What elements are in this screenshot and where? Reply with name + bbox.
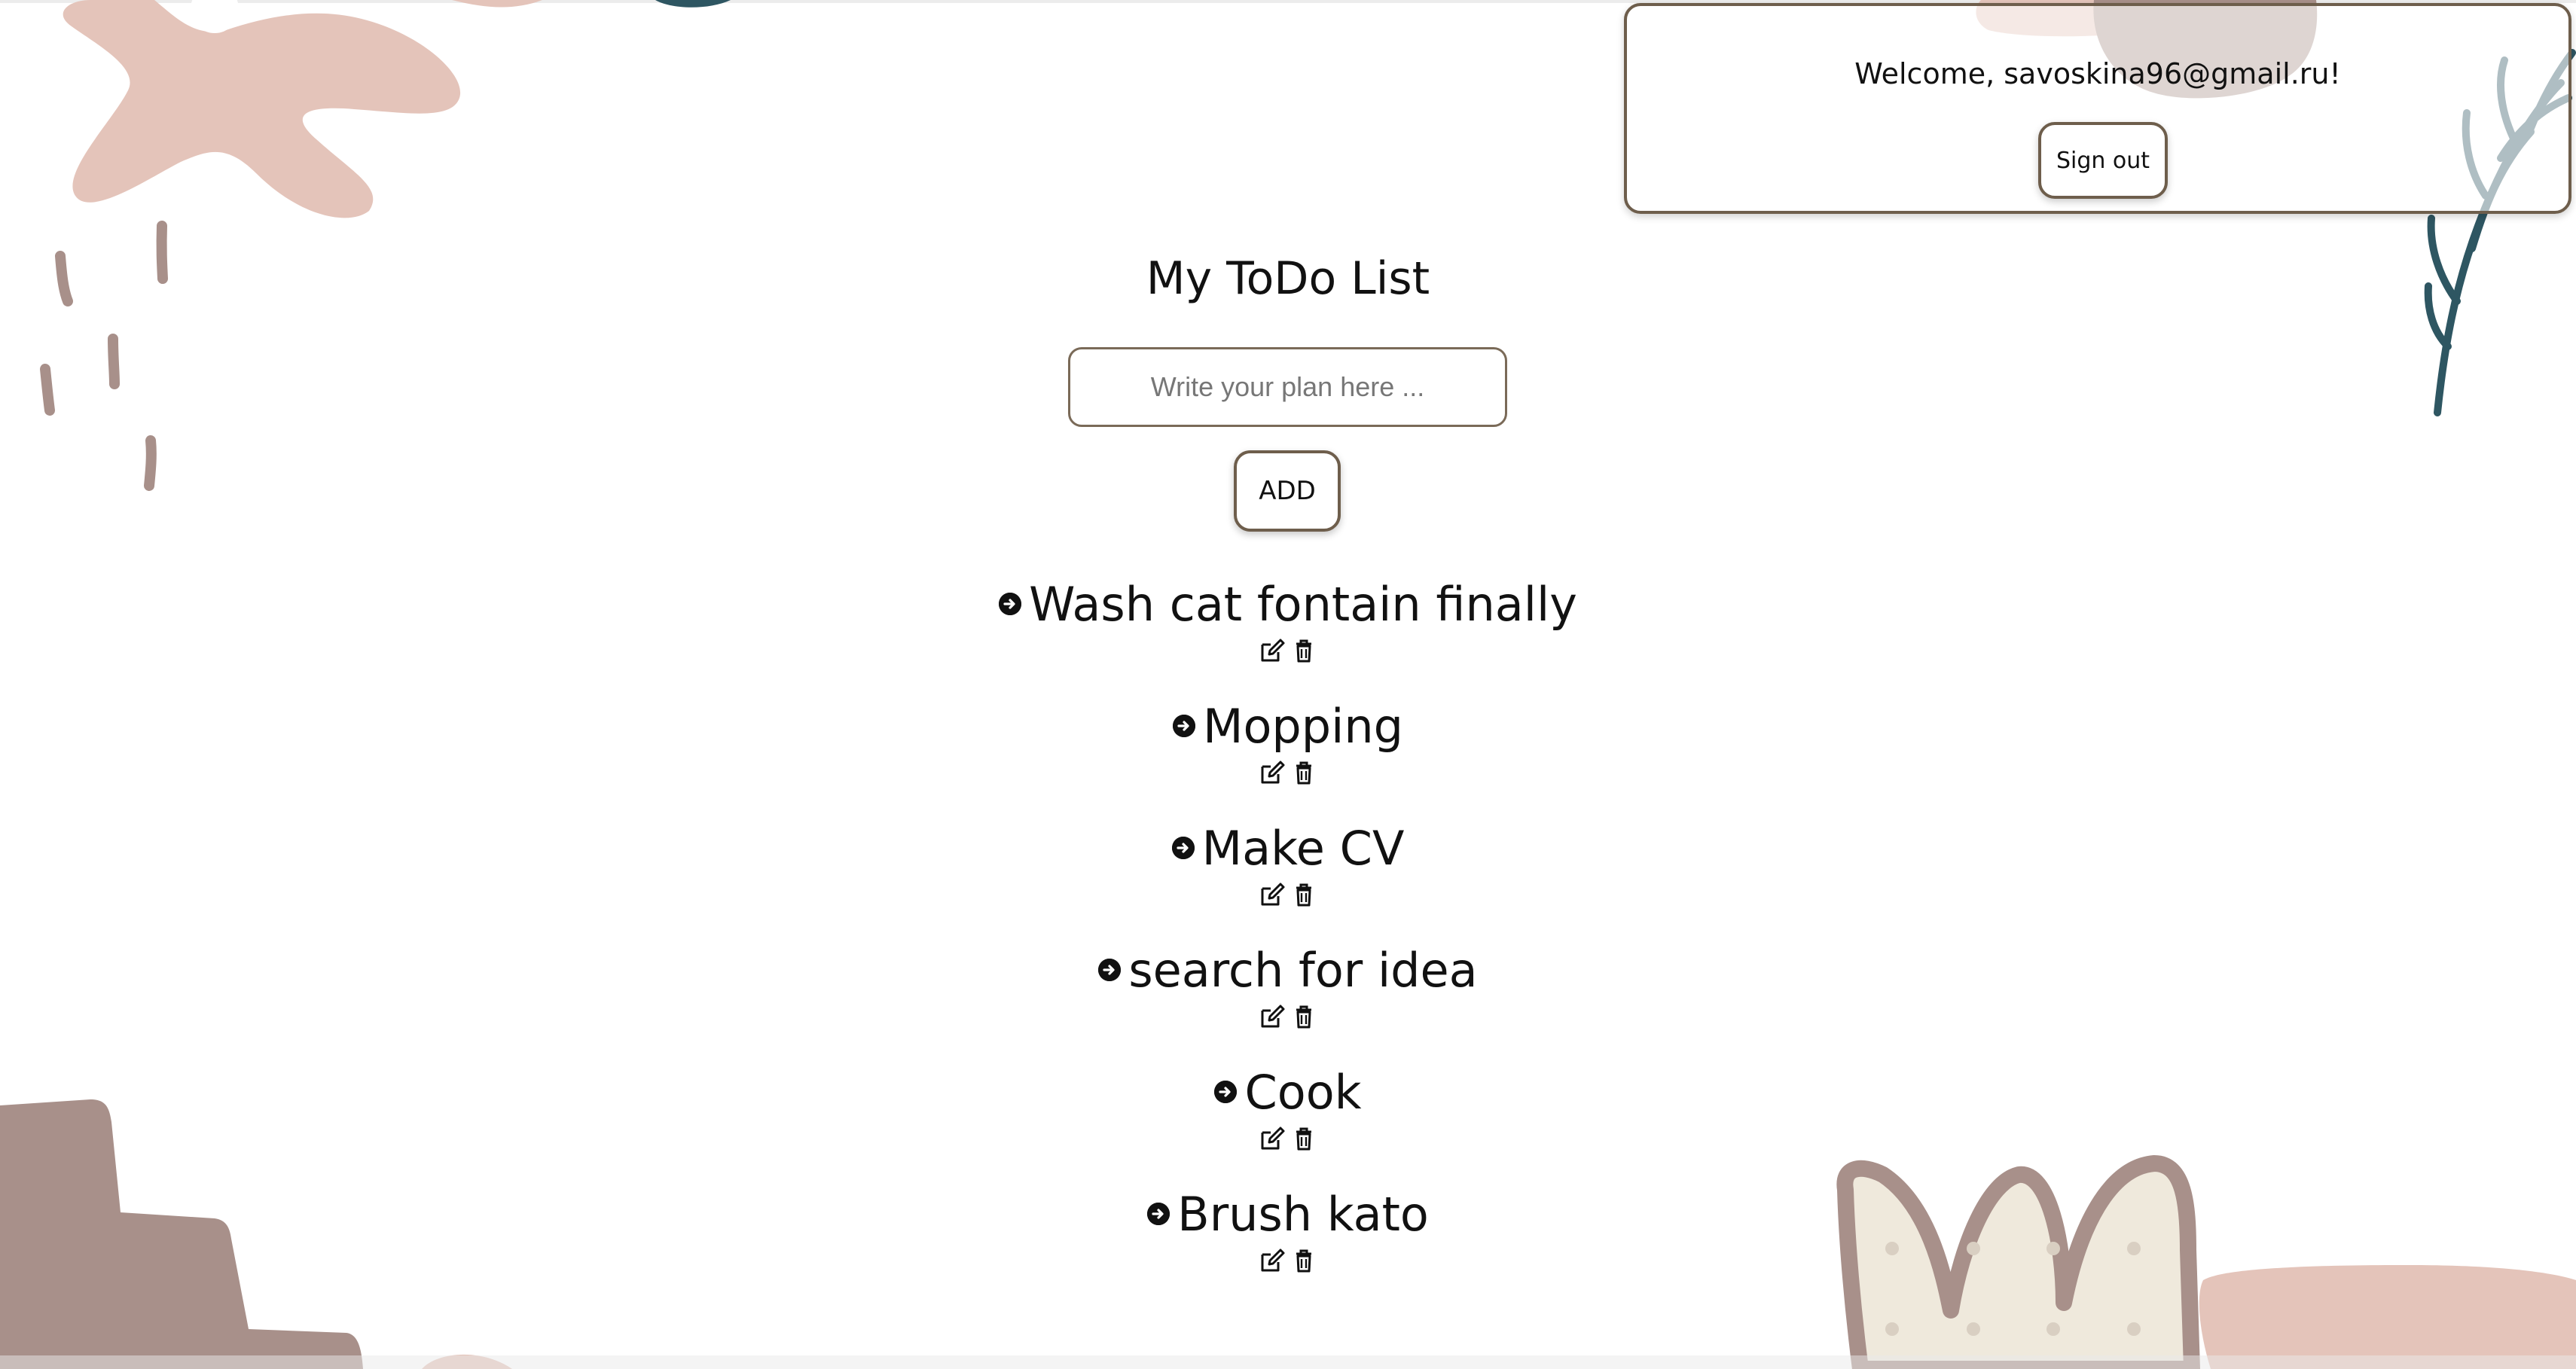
todo-text: Mopping [1202, 698, 1403, 754]
trash-icon[interactable] [1290, 637, 1317, 664]
todo-row: Make CV [836, 816, 1740, 880]
trash-icon[interactable] [1290, 759, 1317, 786]
todo-actions [836, 1003, 1740, 1030]
todo-text: Brush kato [1177, 1186, 1429, 1242]
edit-icon[interactable] [1259, 881, 1286, 908]
todo-row: Wash cat fontain finally [836, 572, 1740, 636]
todo-text: search for idea [1128, 942, 1478, 998]
circle-arrow-right-icon [1214, 1081, 1238, 1103]
circle-arrow-right-icon [1171, 837, 1195, 859]
circle-arrow-right-icon [1098, 959, 1122, 981]
sign-out-button[interactable]: Sign out [2038, 122, 2168, 199]
welcome-panel: Welcome, savoskina96@gmail.ru! Sign out [1624, 3, 2571, 214]
todo-text: Make CV [1201, 820, 1405, 876]
welcome-message: Welcome, savoskina96@gmail.ru! [1854, 57, 2341, 90]
edit-icon[interactable] [1259, 1003, 1286, 1030]
todo-item: Mopping [836, 694, 1740, 816]
todo-text: Wash cat fontain finally [1029, 576, 1577, 632]
todo-item: search for idea [836, 938, 1740, 1060]
edit-icon[interactable] [1259, 637, 1286, 664]
todo-actions [836, 881, 1740, 908]
page-title: My ToDo List [1146, 252, 1430, 305]
todo-row: Mopping [836, 694, 1740, 758]
circle-arrow-right-icon [1147, 1203, 1170, 1225]
app-root: Welcome, savoskina96@gmail.ru! Sign out … [0, 0, 2576, 1369]
todo-item: Wash cat fontain finally [836, 572, 1740, 694]
todo-actions [836, 1247, 1740, 1274]
todo-item: Brush kato [836, 1182, 1740, 1304]
circle-arrow-right-icon [999, 593, 1022, 615]
trash-icon[interactable] [1290, 1003, 1317, 1030]
todo-text: Cook [1244, 1064, 1362, 1120]
todo-item: Make CV [836, 816, 1740, 938]
plan-input[interactable] [1068, 347, 1507, 427]
trash-icon[interactable] [1290, 881, 1317, 908]
edit-icon[interactable] [1259, 1247, 1286, 1274]
todo-actions [836, 759, 1740, 786]
edit-icon[interactable] [1259, 1125, 1286, 1152]
trash-icon[interactable] [1290, 1247, 1317, 1274]
todo-actions [836, 1125, 1740, 1152]
todo-list: Wash cat fontain finally Mopping Make CV se… [836, 572, 1740, 1304]
todo-actions [836, 637, 1740, 664]
todo-row: Brush kato [836, 1182, 1740, 1246]
todo-item: Cook [836, 1060, 1740, 1182]
todo-row: search for idea [836, 938, 1740, 1002]
todo-row: Cook [836, 1060, 1740, 1124]
circle-arrow-right-icon [1172, 715, 1195, 737]
edit-icon[interactable] [1259, 759, 1286, 786]
add-button[interactable]: ADD [1234, 450, 1341, 532]
trash-icon[interactable] [1290, 1125, 1317, 1152]
